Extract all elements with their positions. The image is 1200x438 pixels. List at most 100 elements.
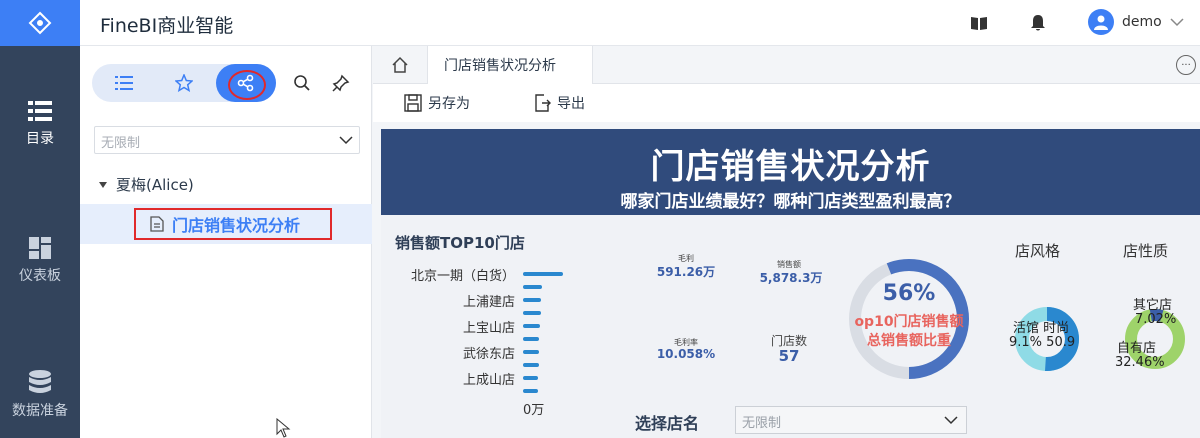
bar-mark[interactable] (523, 272, 563, 276)
style-left-label: 活馆 (1013, 321, 1040, 336)
nav-item-data-prep[interactable]: 数据准备 (0, 370, 80, 420)
bar-mark[interactable] (523, 311, 541, 315)
chevron-down-icon (1170, 18, 1184, 27)
bar-category-label: 武徐东店 (462, 347, 515, 362)
bar-category-label: 北京一期（白货） (410, 269, 515, 284)
search-button[interactable] (291, 72, 313, 94)
dashboard-title: 门店销售状况分析 (650, 147, 931, 187)
pin-icon (332, 74, 350, 92)
bar-mark[interactable] (523, 363, 539, 367)
document-icon (150, 216, 164, 232)
bell-icon[interactable] (1027, 12, 1049, 34)
list-icon (28, 101, 52, 121)
sales-value: 5,878.3万 (759, 271, 823, 285)
list-icon (115, 76, 133, 90)
favorites-button[interactable] (154, 64, 214, 102)
store-select-label: 选择店名 (635, 414, 700, 433)
app-title: FineBI商业智能 (100, 15, 234, 37)
dashboard-banner: 门店销售状况分析 哪家门店业绩最好？哪种门店类型盈利最高？ (381, 129, 1200, 215)
style-right-label: 时尚 (1043, 321, 1070, 336)
nav-item-dashboard[interactable]: 仪表板 (0, 237, 80, 285)
dashboard-toolbar: 另存为 导出 (373, 84, 1200, 122)
nature-bottom-label: 自有店 (1117, 341, 1157, 356)
finebi-window: 目录 仪表板 数据准备 FineBI商业智能 demo 无限制 夏梅(Alice… (0, 0, 1200, 438)
chevron-down-icon (339, 136, 353, 145)
logo-icon (28, 11, 52, 35)
export-label: 导出 (557, 96, 585, 112)
tree-item-label: 门店销售状况分析 (172, 216, 301, 235)
user-icon (1094, 15, 1108, 30)
nature-top-pct: 7.02% (1135, 312, 1177, 327)
save-icon (404, 94, 422, 112)
store-nature-title: 店性质 (1123, 242, 1169, 260)
bar-mark[interactable] (523, 298, 541, 302)
user-menu[interactable]: demo (1088, 9, 1184, 35)
left-nav-rail: 目录 仪表板 数据准备 (0, 0, 80, 438)
nav-item-label: 目录 (26, 131, 54, 147)
style-pcts: 9.1% 50.9 (1009, 335, 1085, 350)
book-icon[interactable] (968, 12, 990, 34)
pin-button[interactable] (330, 72, 352, 94)
profit-value: 591.26万 (656, 265, 716, 279)
bar-category-label: 上成山店 (462, 373, 515, 388)
bar-mark[interactable] (523, 337, 539, 341)
bar-mark[interactable] (523, 350, 539, 354)
mouse-cursor-icon (276, 418, 291, 438)
tree-folder-alice[interactable]: 夏梅(Alice) (98, 174, 194, 195)
store-select[interactable]: 无限制 (735, 406, 967, 434)
axis-tick-label: 0万 (523, 403, 545, 418)
star-icon (175, 74, 193, 92)
nav-item-label: 数据准备 (12, 403, 68, 419)
gauge-percent: 56% (882, 281, 936, 306)
highlight-circle (228, 70, 266, 100)
tree-item-store-sales[interactable]: 门店销售状况分析 (80, 204, 372, 244)
bar-mark[interactable] (523, 389, 538, 393)
gauge-caption-line1: op10门店销售额 (854, 314, 964, 330)
chevron-down-icon (944, 416, 958, 425)
nature-top-label: 其它店 (1133, 298, 1173, 313)
bar-category-label: 上浦建店 (462, 295, 515, 310)
stores-value: 57 (778, 347, 800, 365)
document-tabs: 门店销售状况分析 ··· (373, 46, 1200, 84)
dashboard-icon (29, 237, 51, 259)
catalog-sidebar: 无限制 夏梅(Alice) 门店销售状况分析 (80, 46, 372, 438)
bar-mark[interactable] (523, 324, 540, 328)
top10-title: 销售额TOP10门店 (395, 234, 525, 252)
database-icon (29, 370, 51, 393)
home-tab[interactable] (373, 46, 427, 84)
list-view-button[interactable] (94, 64, 154, 102)
bar-mark[interactable] (523, 376, 538, 380)
more-icon[interactable]: ··· (1176, 55, 1196, 75)
app-logo[interactable] (0, 0, 80, 46)
highlight-box: 门店销售状况分析 (134, 208, 332, 240)
style-labels: 活馆 时尚 (1013, 317, 1081, 336)
store-style-title: 店风格 (1015, 242, 1061, 260)
style-left-pct: 9.1% (1009, 335, 1043, 350)
nav-item-label: 仪表板 (19, 268, 61, 284)
tab-store-sales[interactable]: 门店销售状况分析 (427, 46, 593, 84)
avatar (1088, 9, 1114, 35)
store-select-value: 无限制 (742, 416, 782, 431)
dashboard-subtitle: 哪家门店业绩最好？哪种门店类型盈利最高？ (620, 192, 961, 212)
export-icon (535, 94, 551, 112)
dashboard-canvas: 门店销售状况分析 哪家门店业绩最好？哪种门店类型盈利最高？ 销售额TOP10门店… (381, 129, 1200, 438)
top-header: FineBI商业智能 demo (80, 0, 1200, 46)
save-as-button[interactable]: 另存为 (404, 93, 470, 113)
home-icon (392, 56, 408, 73)
filter-value: 无限制 (101, 136, 141, 151)
search-icon (294, 75, 310, 91)
export-button[interactable]: 导出 (533, 93, 585, 113)
user-name: demo (1122, 14, 1162, 30)
nature-bottom-pct: 32.46% (1115, 355, 1165, 370)
style-right-pct: 50.9 (1046, 335, 1076, 350)
margin-value: 10.058% (656, 347, 716, 361)
caret-down-icon (99, 181, 107, 188)
gauge-caption-line2: 总销售额比重 (867, 333, 951, 349)
bar-mark[interactable] (523, 285, 542, 289)
permission-filter-select[interactable]: 无限制 (94, 126, 360, 154)
nav-item-catalog[interactable]: 目录 (0, 100, 80, 148)
folder-label: 夏梅(Alice) (116, 176, 194, 194)
bar-category-label: 上宝山店 (462, 321, 515, 336)
tab-label: 门店销售状况分析 (444, 58, 556, 74)
save-as-label: 另存为 (428, 96, 470, 112)
